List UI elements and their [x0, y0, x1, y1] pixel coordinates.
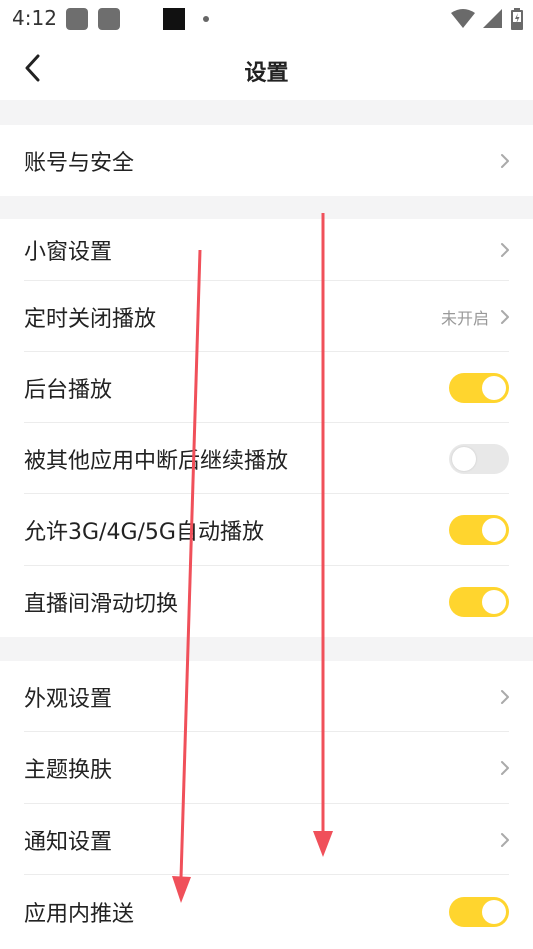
settings-row-mini-window[interactable]: 小窗设置 [0, 219, 533, 281]
live-swipe-toggle[interactable] [449, 586, 509, 617]
chevron-right-icon [501, 832, 509, 847]
toggle-knob [482, 589, 506, 614]
row-label: 后台播放 [24, 377, 113, 403]
row-label: 允许3G/4G/5G自动播放 [24, 520, 264, 545]
toggle-knob [482, 518, 506, 542]
settings-screen: 4:12 设置 账号与安全 小窗设置 定时关闭播放 未开启 后台播放 被其他应用… [0, 0, 533, 949]
settings-row-background-play: 后台播放 [0, 352, 533, 423]
toggle-knob [452, 446, 476, 471]
chevron-right-icon [501, 309, 509, 324]
settings-row-appearance[interactable]: 外观设置 [0, 661, 533, 732]
in-app-push-toggle[interactable] [449, 897, 509, 927]
toggle-knob [482, 900, 506, 924]
status-bar: 4:12 [0, 0, 533, 38]
settings-row-resume-after-interrupt: 被其他应用中断后继续播放 [0, 423, 533, 494]
sleep-timer-status: 未开启 [440, 308, 489, 328]
row-label: 账号与安全 [24, 150, 135, 176]
settings-group-playback: 小窗设置 定时关闭播放 未开启 后台播放 被其他应用中断后继续播放 允许3G/4… [0, 219, 533, 637]
row-label: 应用内推送 [24, 902, 135, 927]
settings-row-live-swipe: 直播间滑动切换 [0, 566, 533, 637]
page-title: 设置 [244, 61, 289, 86]
status-icons [451, 6, 523, 32]
notification-icon [66, 8, 88, 30]
resume-after-interrupt-toggle[interactable] [449, 443, 509, 474]
row-label: 通知设置 [24, 829, 113, 855]
settings-row-notifications[interactable]: 通知设置 [0, 804, 533, 875]
more-notifications-icon [203, 16, 209, 22]
wifi-icon [451, 9, 475, 28]
battery-icon [511, 8, 523, 30]
notification-icon [163, 8, 185, 30]
chevron-right-icon [501, 153, 509, 168]
chevron-right-icon [501, 761, 509, 775]
row-label: 直播间滑动切换 [24, 591, 179, 617]
row-label: 外观设置 [24, 686, 113, 712]
header: 设置 [0, 38, 533, 100]
settings-row-sleep-timer[interactable]: 定时关闭播放 未开启 [0, 281, 533, 352]
mobile-autoplay-toggle[interactable] [449, 515, 509, 545]
chevron-right-icon [501, 689, 509, 704]
chevron-right-icon [501, 243, 509, 257]
row-label: 主题换肤 [24, 758, 113, 783]
settings-row-mobile-autoplay: 允许3G/4G/5G自动播放 [0, 494, 533, 566]
settings-row-account-security[interactable]: 账号与安全 [0, 125, 533, 196]
settings-row-theme-skin[interactable]: 主题换肤 [0, 732, 533, 804]
settings-group-appearance: 外观设置 主题换肤 通知设置 应用内推送 [0, 661, 533, 949]
settings-row-in-app-push: 应用内推送 [0, 875, 533, 949]
background-play-toggle[interactable] [449, 372, 509, 403]
row-label: 小窗设置 [24, 240, 113, 265]
row-label: 被其他应用中断后继续播放 [24, 448, 289, 474]
signal-icon [483, 9, 502, 28]
status-time: 4:12 [12, 6, 57, 30]
toggle-knob [482, 375, 506, 400]
notification-icon [98, 8, 120, 30]
row-label: 定时关闭播放 [24, 306, 157, 332]
settings-group-account: 账号与安全 [0, 125, 533, 196]
